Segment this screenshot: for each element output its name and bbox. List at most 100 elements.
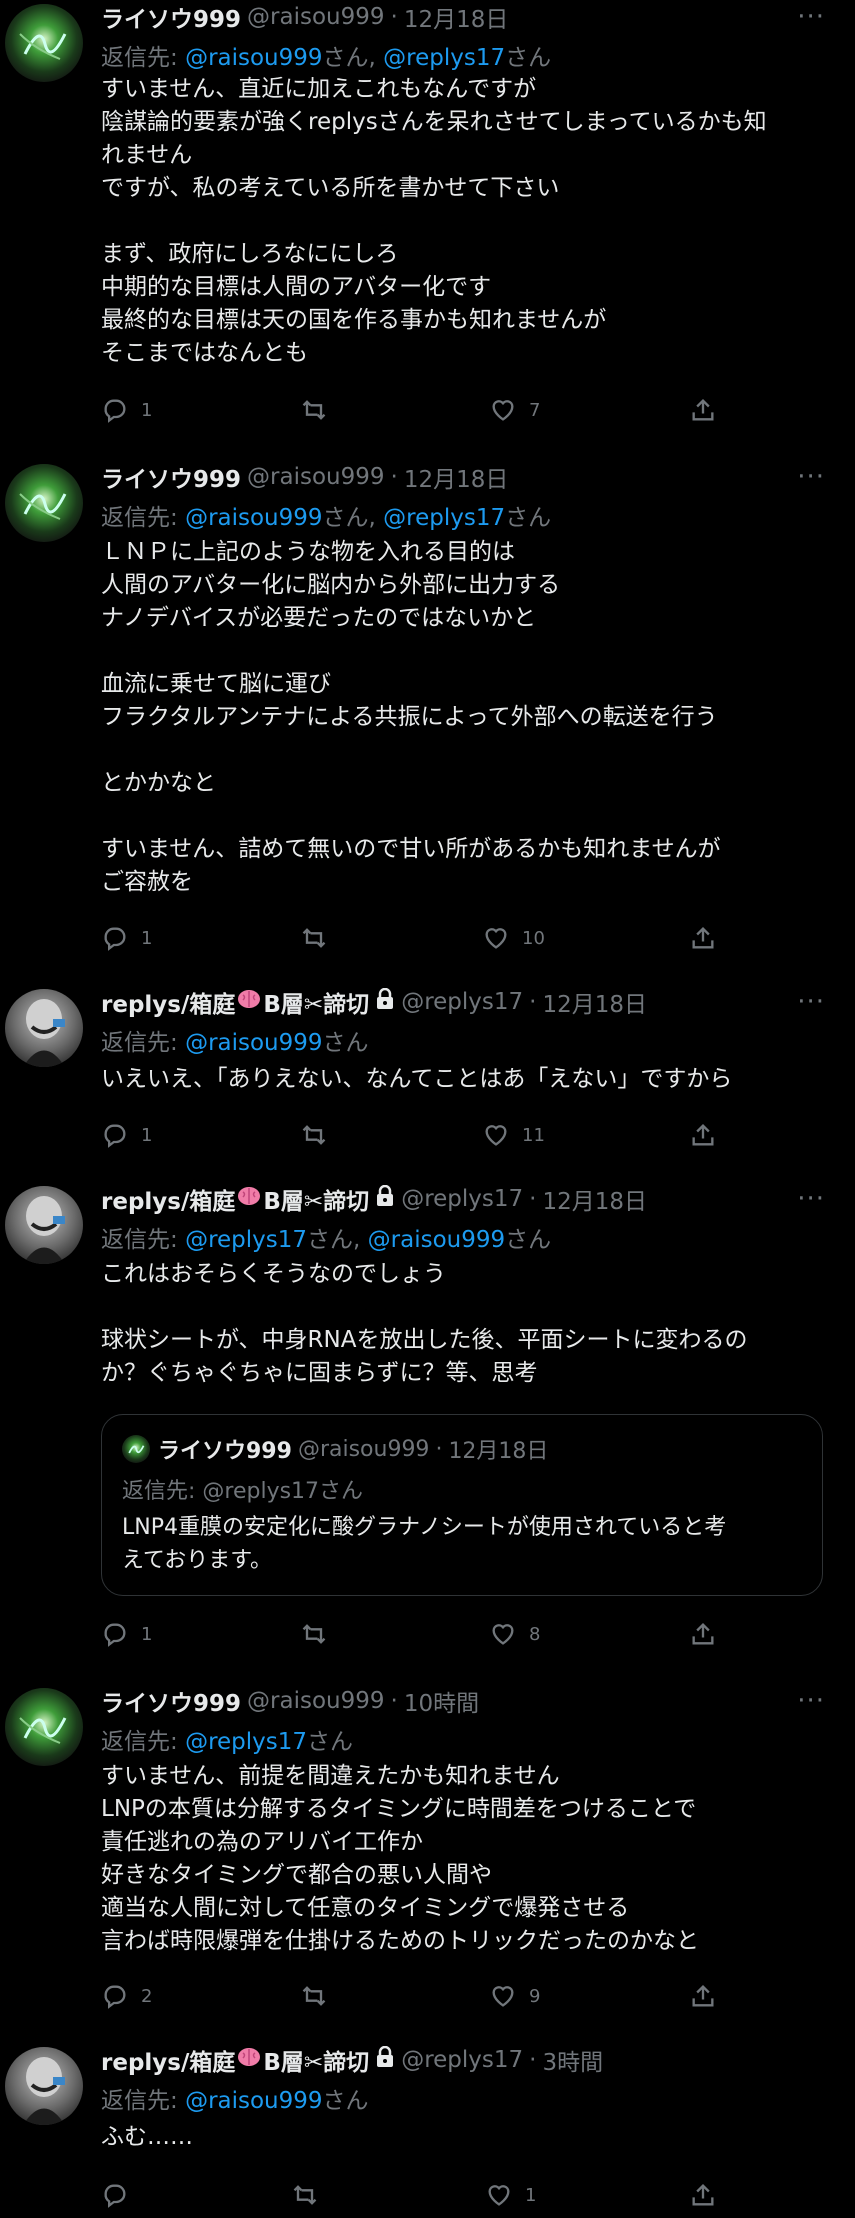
reply-button[interactable]: 1 [101, 390, 152, 430]
handle[interactable]: @raisou999 [247, 4, 384, 30]
display-name[interactable]: ライソウ999 [101, 460, 241, 494]
reply-to-line: 返信先: @raisou999さん, @replys17さん [101, 45, 552, 71]
more-options-button[interactable]: ··· [797, 1686, 825, 1716]
display-name[interactable]: ライソウ999 [101, 1684, 241, 1718]
retweet-button[interactable] [300, 1115, 340, 1155]
like-button[interactable]: 9 [489, 1976, 540, 2016]
separator-dot: · [390, 4, 398, 30]
handle[interactable]: @replys17 [401, 989, 523, 1015]
text-line: ＬＮＰに上記のような物を入れる目的は [101, 539, 515, 565]
reply-count: 1 [141, 927, 153, 949]
text-line: 言わば時限爆弾を仕掛けるためのトリックだったのかなと [101, 1928, 699, 1954]
display-name[interactable]: ライソウ999 [101, 0, 241, 34]
action-bar: 1 7 [101, 390, 721, 430]
separator-dot: · [435, 1436, 443, 1462]
text-line: 人間のアバター化に脳内から外部に出力する [101, 572, 561, 598]
handle[interactable]: @raisou999 [247, 1688, 384, 1714]
tweet[interactable]: ライソウ999 @raisou999 · 12月18日 ··· 返信先: @ra… [0, 460, 855, 988]
share-button[interactable] [689, 918, 717, 958]
text-line: これはおそらくそうなのでしょう [101, 1261, 446, 1287]
share-button[interactable] [689, 2175, 717, 2215]
avatar-raisou[interactable] [5, 464, 83, 542]
more-options-button[interactable]: ··· [797, 462, 825, 492]
like-button[interactable]: 10 [482, 918, 545, 958]
avatar-replys[interactable] [5, 1186, 83, 1264]
reply-button[interactable]: 1 [101, 1115, 152, 1155]
timestamp[interactable]: 12月18日 [542, 985, 647, 1019]
share-button[interactable] [689, 1614, 717, 1654]
avatar-raisou[interactable] [5, 4, 83, 82]
more-options-button[interactable]: ··· [797, 1184, 825, 1214]
reply-to-line: 返信先: @raisou999さん [101, 2088, 369, 2114]
timestamp[interactable]: 3時間 [542, 2043, 603, 2077]
timestamp[interactable]: 10時間 [404, 1684, 479, 1718]
display-name-suffix[interactable]: B層✂諦切 [263, 1182, 369, 1216]
avatar-replys[interactable] [5, 2047, 83, 2125]
text-line: 中期的な目標は人間のアバター化です [101, 274, 492, 300]
reply-button[interactable]: 2 [101, 1976, 152, 2016]
share-button[interactable] [689, 1976, 717, 2016]
display-name[interactable]: replys/箱庭 [101, 2043, 235, 2077]
retweet-button[interactable] [300, 918, 340, 958]
handle[interactable]: @raisou999 [247, 464, 384, 490]
avatar-replys[interactable] [5, 989, 83, 1067]
text-line [101, 635, 821, 668]
handle[interactable]: @replys17 [401, 2047, 523, 2073]
mention-link[interactable]: @raisou999 [185, 2088, 322, 2114]
retweet-button[interactable] [291, 2175, 331, 2215]
mention-link[interactable]: @raisou999 [368, 1227, 505, 1253]
reply-button[interactable] [101, 2175, 141, 2215]
more-options-button[interactable]: ··· [797, 2, 825, 32]
timestamp[interactable]: 12月18日 [404, 0, 509, 34]
handle[interactable]: @replys17 [401, 1186, 523, 1212]
like-button[interactable]: 1 [485, 2175, 536, 2215]
text-line [101, 734, 821, 767]
mention-link[interactable]: @replys17 [383, 505, 505, 531]
mention-link[interactable]: @replys17 [383, 45, 505, 71]
reply-button[interactable]: 1 [101, 918, 152, 958]
avatar-raisou[interactable] [5, 1688, 83, 1766]
mention-link[interactable]: @raisou999 [185, 45, 322, 71]
tweet[interactable]: replys/箱庭 B層✂諦切 @replys17 · 3時間 返信先: @ra… [0, 2043, 855, 2218]
action-bar: 2 9 [101, 1976, 721, 2016]
quoted-tweet[interactable]: ライソウ999 @raisou999 · 12月18日 返信先: @replys… [101, 1414, 823, 1596]
retweet-button[interactable] [300, 390, 340, 430]
text-line: 球状シートが、中身RNAを放出した後、平面シートに変わるの [101, 1327, 748, 1353]
reply-button[interactable]: 1 [101, 1614, 152, 1654]
tweet-text: ＬＮＰに上記のような物を入れる目的は 人間のアバター化に脳内から外部に出力する … [101, 536, 821, 899]
like-count: 1 [525, 2184, 537, 2206]
display-name[interactable]: replys/箱庭 [101, 985, 235, 1019]
retweet-button[interactable] [300, 1976, 340, 2016]
like-button[interactable]: 7 [489, 390, 540, 430]
mention-link[interactable]: @replys17 [185, 1729, 307, 1755]
tweet[interactable]: ライソウ999 @raisou999 · 12月18日 ··· 返信先: @ra… [0, 0, 855, 460]
retweet-icon [302, 400, 326, 420]
tweet[interactable]: replys/箱庭 B層✂諦切 @replys17 · 12月18日 ··· 返… [0, 985, 855, 1180]
separator-dot: · [529, 989, 537, 1015]
share-icon [692, 2184, 714, 2206]
more-options-button[interactable]: ··· [797, 987, 825, 1017]
retweet-button[interactable] [300, 1614, 340, 1654]
text-line: まず、政府にしろなににしろ [101, 241, 399, 267]
separator-dot: · [390, 464, 398, 490]
display-name[interactable]: replys/箱庭 [101, 1182, 235, 1216]
share-button[interactable] [689, 1115, 717, 1155]
timestamp[interactable]: 12月18日 [404, 460, 509, 494]
text-line: すいません、前提を間違えたかも知れません [101, 1763, 560, 1789]
share-icon [692, 927, 714, 949]
share-button[interactable] [689, 390, 717, 430]
quoted-reply-to: 返信先: @replys17さん [122, 1479, 364, 1504]
mention-link[interactable]: @raisou999 [185, 1030, 322, 1056]
tweet[interactable]: ライソウ999 @raisou999 · 10時間 ··· 返信先: @repl… [0, 1684, 855, 2039]
mention-link[interactable]: @replys17 [185, 1227, 307, 1253]
display-name-suffix[interactable]: B層✂諦切 [263, 2043, 369, 2077]
lock-icon [375, 2045, 395, 2074]
like-button[interactable]: 8 [489, 1614, 540, 1654]
mention-link[interactable]: @raisou999 [185, 505, 322, 531]
timestamp[interactable]: 12月18日 [542, 1182, 647, 1216]
display-name-suffix[interactable]: B層✂諦切 [263, 985, 369, 1019]
reply-to-line: 返信先: @replys17さん, @raisou999さん [101, 1227, 552, 1253]
tweet[interactable]: replys/箱庭 B層✂諦切 @replys17 · 12月18日 ··· 返… [0, 1182, 855, 1682]
like-button[interactable]: 11 [482, 1115, 545, 1155]
retweet-icon [293, 2185, 317, 2205]
